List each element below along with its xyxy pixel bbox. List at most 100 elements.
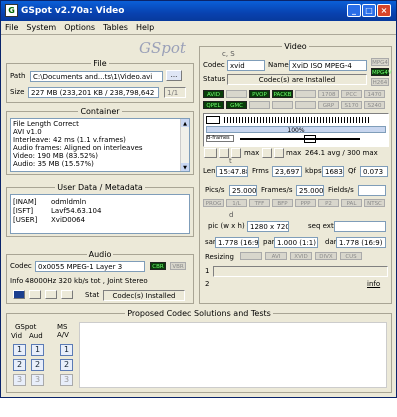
pics-label: Pics/s: [205, 186, 225, 194]
frames-field: 25.000: [296, 185, 324, 196]
video-flag-badge: PVOP: [249, 90, 270, 98]
resize-row-2-label: 2: [205, 280, 210, 288]
ms-test-1[interactable]: 1: [60, 344, 73, 356]
video-flag-badge: PCC: [341, 90, 362, 98]
gspot-label: GSpot: [15, 323, 37, 331]
container-scrollbar[interactable]: ▲ ▼: [180, 119, 189, 171]
audio-info-value: 48000Hz 320 kb/s tot , Joint Stereo: [25, 277, 148, 285]
max-label-1: max: [244, 149, 260, 157]
graph-right-button-2[interactable]: [274, 148, 284, 158]
len-field: 15:47.880: [216, 166, 248, 177]
audio-group: Audio Codec 0x0055 MPEG-1 Layer 3 CBR VB…: [6, 250, 194, 304]
vid-test-1[interactable]: 1: [13, 344, 26, 356]
audio-info-label: Info: [10, 277, 24, 285]
audio-option-1[interactable]: [13, 290, 25, 299]
browse-button[interactable]: ...: [166, 70, 182, 81]
dar-label: dar: [325, 238, 337, 246]
app-icon: G: [5, 4, 18, 17]
container-line: File Length Correct: [13, 120, 79, 128]
userdata-group: User Data / Metadata [INAM] odmldmln [IS…: [6, 183, 194, 237]
mpg4-badge: MPG4: [371, 58, 389, 66]
seq-field: [334, 221, 386, 232]
container-line: Interleave: 42 ms (1.1 v.frames): [13, 136, 126, 144]
pic-label: pic (w x h): [208, 222, 245, 230]
scroll-down-icon[interactable]: ▼: [181, 163, 189, 171]
meta-key: [USER]: [13, 216, 38, 224]
resize-badge: AVI: [265, 252, 287, 260]
scan-badge: P2: [318, 199, 339, 207]
scan-badge: TFF: [249, 199, 270, 207]
ms-test-3[interactable]: 3: [60, 374, 73, 386]
video-flag-badge: 1708: [318, 90, 339, 98]
scroll-up-icon[interactable]: ▲: [181, 119, 189, 127]
menu-help[interactable]: Help: [132, 21, 158, 34]
video-name-label: Name: [268, 61, 289, 69]
proposed-list[interactable]: [79, 322, 387, 388]
frames-label: Frames/s: [261, 186, 293, 194]
scan-badge: PAL: [341, 199, 362, 207]
video-flag-badge: [295, 101, 316, 109]
aud-test-1[interactable]: 1: [31, 344, 44, 356]
container-list[interactable]: File Length Correct AVI v1.0 Interleave:…: [10, 118, 190, 172]
menu-bar: File System Options Tables Help: [1, 21, 396, 35]
frms-field: 23,697: [272, 166, 302, 177]
menu-options[interactable]: Options: [60, 21, 99, 34]
maximize-button[interactable]: □: [362, 4, 376, 17]
video-name-field: XviD ISO MPEG-4: [289, 60, 367, 71]
audio-option-3[interactable]: [45, 290, 57, 299]
ms-test-2[interactable]: 2: [60, 359, 73, 371]
audio-stat-value: Codec(s) Installed: [103, 290, 185, 301]
graph-tool-icon[interactable]: [204, 148, 217, 158]
graph-left-button[interactable]: [219, 148, 229, 158]
video-status-label: Status: [203, 75, 226, 83]
path-label: Path: [10, 72, 26, 80]
close-button[interactable]: ×: [377, 4, 391, 17]
fields-label: Fields/s: [328, 186, 354, 194]
resize-badge: XVID: [290, 252, 312, 260]
audio-stat-label: Stat: [85, 291, 100, 299]
minimize-button[interactable]: _: [347, 4, 361, 17]
sar-field: 1.778 (16:9): [215, 237, 259, 248]
audio-option-4[interactable]: [61, 290, 73, 299]
vid-label: Vid: [11, 332, 23, 340]
userdata-list[interactable]: [INAM] odmldmln [ISFT] Lavf54.63.104 [US…: [10, 194, 190, 234]
menu-file[interactable]: File: [1, 21, 22, 34]
file-group-title: File: [91, 59, 109, 68]
pics-field: 25.000: [229, 185, 257, 196]
resize-badge: DIVX: [315, 252, 337, 260]
audio-group-title: Audio: [86, 250, 114, 259]
t-label: t: [229, 157, 232, 165]
resizing-label: Resizing: [205, 253, 234, 261]
video-flag-badge: [295, 90, 316, 98]
vid-test-2[interactable]: 2: [13, 359, 26, 371]
vid-test-3[interactable]: 3: [13, 374, 26, 386]
video-status-value: Codec(s) are Installed: [227, 74, 367, 85]
video-flag-badge: QPEL: [203, 101, 224, 109]
audio-option-2[interactable]: [29, 290, 41, 299]
container-group-title: Container: [78, 107, 122, 116]
dar-field: 1.778 (16:9): [336, 237, 386, 248]
len-label: Len: [203, 167, 216, 175]
info-link[interactable]: info: [367, 280, 380, 288]
resize-badge: CUS: [340, 252, 362, 260]
path-field[interactable]: C:\Documents and...ts\1\Video.avi: [30, 71, 163, 82]
video-flag-badge: S170: [341, 101, 362, 109]
graph-right-button[interactable]: [231, 148, 241, 158]
resize-badge: [240, 252, 262, 260]
seq-label: seq ext: [308, 222, 334, 230]
video-group-title: Video: [282, 42, 309, 51]
menu-system[interactable]: System: [22, 21, 60, 34]
vbr-badge: VBR: [170, 262, 186, 270]
bitrate-graph: 100% B-frames: [203, 113, 389, 147]
video-group: Video c, S Codec xvid Name XviD ISO MPEG…: [199, 42, 392, 304]
graph-left-button-2[interactable]: [262, 148, 272, 158]
frame-type-icon: [206, 116, 220, 124]
menu-tables[interactable]: Tables: [99, 21, 132, 34]
scan-badge: PPP: [295, 199, 316, 207]
aud-test-3[interactable]: 3: [31, 374, 44, 386]
aud-test-2[interactable]: 2: [31, 359, 44, 371]
cbr-badge: CBR: [150, 262, 166, 270]
aud-label: Aud: [29, 332, 43, 340]
container-group: Container File Length Correct AVI v1.0 I…: [6, 107, 194, 175]
video-codec-field: xvid: [227, 60, 265, 71]
